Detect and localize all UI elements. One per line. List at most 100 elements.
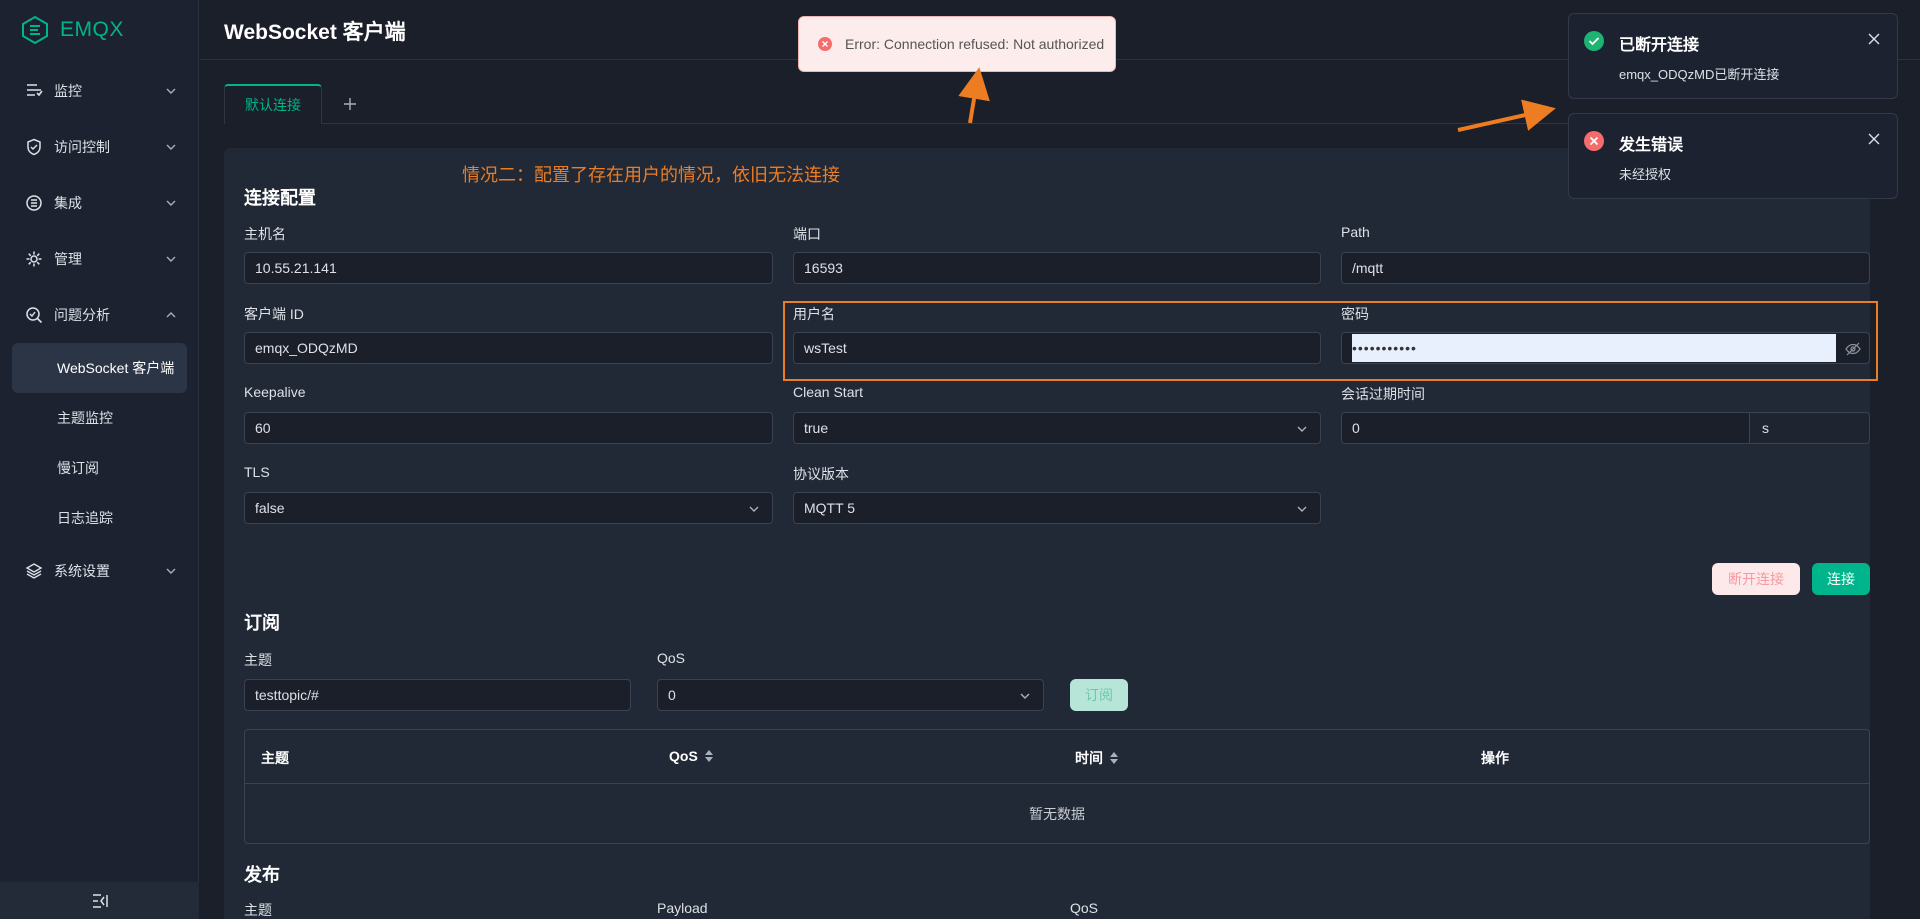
error-circle-icon (818, 37, 832, 51)
client-id-label: 客户端 ID (244, 306, 304, 322)
sidebar-sub-label: 主题监控 (57, 410, 113, 426)
subscriptions-table: 主题 QoS 时间 操作 暂无数据 (244, 729, 1870, 844)
tls-label: TLS (244, 464, 270, 480)
sidebar-sub-label: WebSocket 客户端 (57, 360, 175, 376)
clean-start-select[interactable]: true (793, 412, 1321, 444)
gear-icon (24, 249, 44, 269)
integration-icon (24, 193, 44, 213)
connect-button[interactable]: 连接 (1812, 563, 1870, 595)
chevron-down-icon (166, 200, 176, 206)
port-value: 16593 (804, 260, 843, 276)
success-check-icon (1584, 31, 1604, 51)
protocol-label: 协议版本 (793, 466, 849, 482)
tls-value: false (255, 500, 285, 516)
clean-start-value: true (804, 420, 829, 436)
host-input[interactable]: 10.55.21.141 (244, 252, 773, 284)
highlight-box (783, 301, 1878, 381)
session-expiry-label: 会话过期时间 (1341, 386, 1425, 402)
sidebar-item-topic-metrics[interactable]: 主题监控 (12, 393, 187, 443)
subscribe-qos-label: QoS (657, 650, 686, 666)
host-value: 10.55.21.141 (255, 260, 337, 276)
sidebar-item-access-control[interactable]: 访问控制 (0, 125, 199, 169)
port-label: 端口 (793, 226, 821, 242)
logo-text: EMQX (60, 18, 124, 41)
publish-section-title: 发布 (244, 865, 280, 885)
error-circle-icon (1584, 131, 1604, 151)
sidebar: EMQX 监控 访问控制 集成 管理 问题分析 WebSocket 客户端 主题… (0, 0, 199, 919)
diagnose-icon (24, 305, 44, 325)
subscribe-qos-value: 0 (668, 687, 676, 703)
sidebar-sub-label: 日志追踪 (57, 510, 113, 526)
path-value: /mqtt (1352, 260, 1384, 276)
chevron-down-icon (166, 568, 176, 574)
session-expiry-unit: s (1749, 413, 1869, 443)
client-id-value: emqx_ODQzMD (255, 340, 358, 356)
disconnect-button[interactable]: 断开连接 (1712, 563, 1800, 595)
sort-icon (1110, 752, 1118, 764)
sidebar-item-label: 问题分析 (54, 307, 110, 323)
tls-select[interactable]: false (244, 492, 773, 524)
annotation-text: 情况二：配置了存在用户的情况，依旧无法连接 (462, 165, 840, 185)
sidebar-item-label: 访问控制 (54, 139, 110, 155)
subscribe-topic-label: 主题 (244, 652, 272, 668)
error-message: Error: Connection refused: Not authorize… (798, 16, 1116, 72)
tab-default-connection[interactable]: 默认连接 (224, 84, 322, 124)
logo[interactable]: EMQX (20, 14, 124, 46)
path-input[interactable]: /mqtt (1341, 252, 1870, 284)
chevron-down-icon (166, 144, 176, 150)
plus-icon (344, 98, 356, 110)
notification-body: 未经授权 (1619, 167, 1672, 182)
clean-start-label: Clean Start (793, 384, 864, 400)
column-label: 主题 (261, 750, 289, 766)
client-id-input[interactable]: emqx_ODQzMD (244, 332, 773, 364)
sidebar-item-websocket-client[interactable]: WebSocket 客户端 (12, 343, 187, 393)
keepalive-value: 60 (255, 420, 271, 436)
close-icon[interactable] (1867, 32, 1881, 46)
column-label: 操作 (1481, 750, 1509, 766)
host-label: 主机名 (244, 226, 286, 242)
chevron-up-icon (166, 312, 176, 318)
sidebar-item-management[interactable]: 管理 (0, 237, 199, 281)
subscribe-button[interactable]: 订阅 (1070, 679, 1128, 711)
protocol-select[interactable]: MQTT 5 (793, 492, 1321, 524)
monitor-icon (24, 81, 44, 101)
subscribe-section-title: 订阅 (244, 613, 280, 633)
close-icon[interactable] (1867, 132, 1881, 146)
connection-section-title: 连接配置 (244, 188, 316, 208)
keepalive-label: Keepalive (244, 384, 306, 400)
session-expiry-value: 0 (1352, 420, 1360, 436)
chevron-down-icon (749, 506, 759, 512)
column-header-qos[interactable]: QoS (669, 748, 714, 764)
sidebar-item-label: 集成 (54, 195, 82, 211)
table-empty-text: 暂无数据 (1029, 806, 1085, 822)
add-tab-button[interactable] (336, 90, 364, 118)
sidebar-item-diagnose[interactable]: 问题分析 (0, 293, 199, 337)
table-header: 主题 QoS 时间 操作 (245, 730, 1869, 784)
keepalive-input[interactable]: 60 (244, 412, 773, 444)
collapse-sidebar-button[interactable] (0, 882, 199, 919)
notification-title: 已断开连接 (1619, 37, 1700, 54)
subscribe-topic-input[interactable]: testtopic/# (244, 679, 631, 711)
sidebar-sub-label: 慢订阅 (57, 460, 99, 476)
chevron-down-icon (1297, 506, 1307, 512)
column-label: 时间 (1075, 750, 1103, 766)
sidebar-item-label: 监控 (54, 83, 82, 99)
sidebar-item-monitor[interactable]: 监控 (0, 69, 199, 113)
column-header-topic: 主题 (261, 748, 289, 768)
column-label: QoS (669, 748, 698, 764)
notification-error: 发生错误 未经授权 (1568, 113, 1898, 199)
error-message-text: Error: Connection refused: Not authorize… (845, 36, 1105, 52)
sidebar-item-log-trace[interactable]: 日志追踪 (12, 493, 187, 543)
sidebar-item-integration[interactable]: 集成 (0, 181, 199, 225)
publish-payload-label: Payload (657, 900, 708, 916)
sort-icon (704, 750, 713, 762)
session-expiry-input[interactable]: 0 s (1341, 412, 1870, 444)
sidebar-item-system-settings[interactable]: 系统设置 (0, 549, 199, 593)
column-header-actions: 操作 (1481, 748, 1509, 768)
port-input[interactable]: 16593 (793, 252, 1321, 284)
emqx-logo-icon (22, 15, 48, 45)
subscribe-qos-select[interactable]: 0 (657, 679, 1044, 711)
column-header-time[interactable]: 时间 (1075, 748, 1119, 768)
notification-disconnected: 已断开连接 emqx_ODQzMD已断开连接 (1568, 13, 1898, 99)
sidebar-item-slow-subscriptions[interactable]: 慢订阅 (12, 443, 187, 493)
